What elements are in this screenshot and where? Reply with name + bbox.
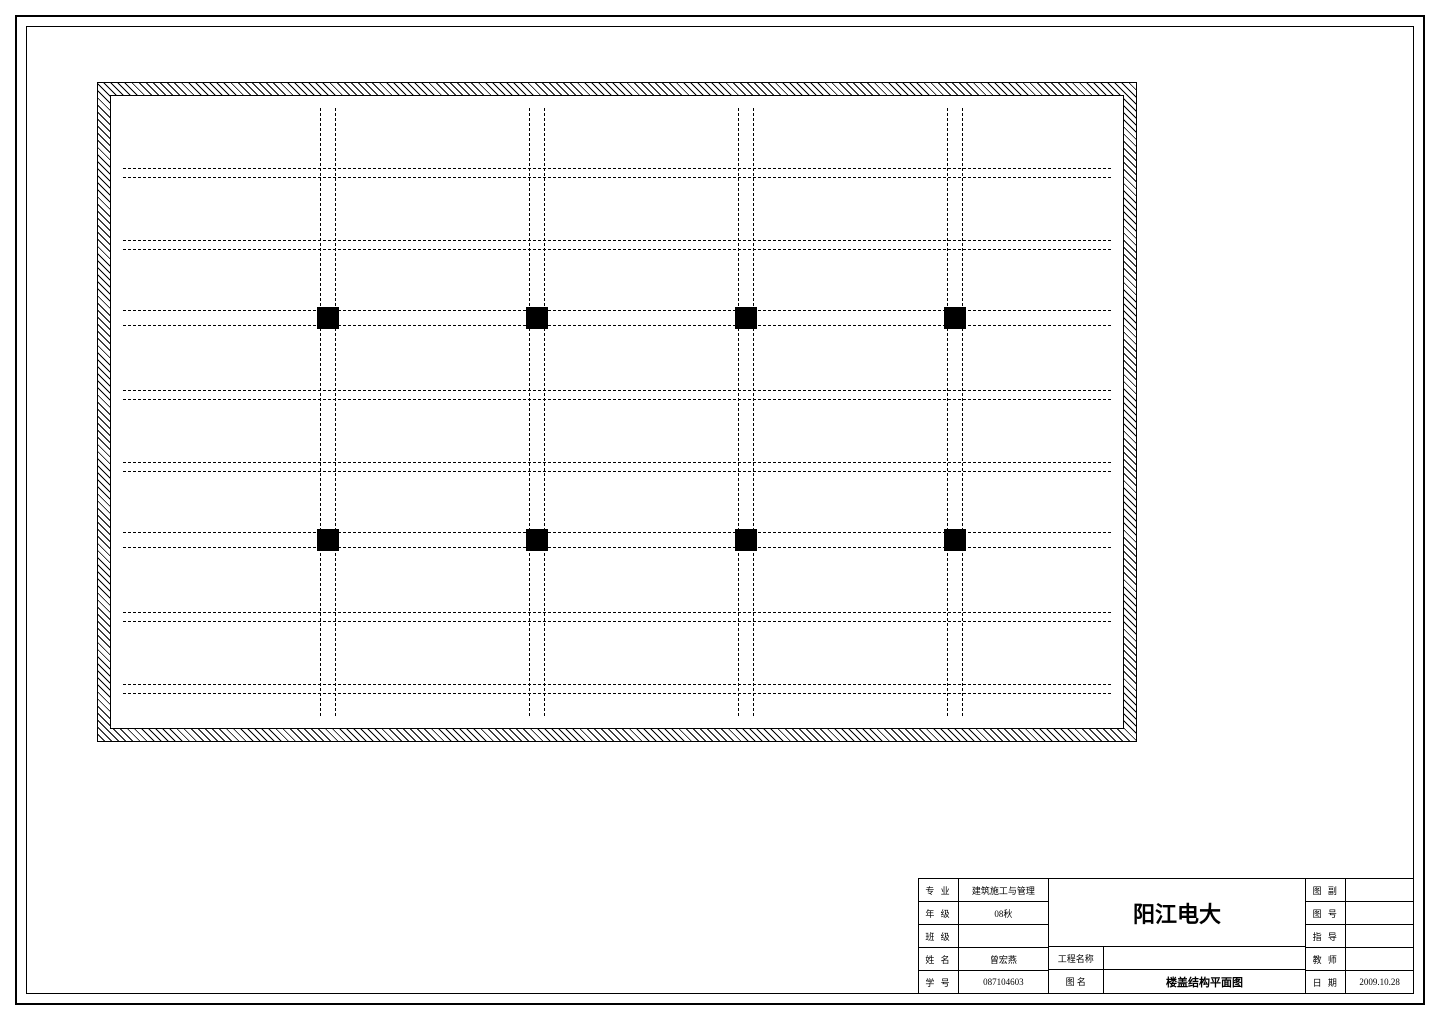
value-date: 2009.10.28 — [1346, 971, 1413, 993]
column — [944, 307, 966, 329]
column — [944, 529, 966, 551]
beam-vertical-main — [529, 108, 545, 716]
label-major: 专 业 — [919, 879, 959, 901]
wall-inner-boundary — [110, 95, 1124, 729]
label-project: 工程名称 — [1049, 947, 1104, 969]
value-major: 建筑施工与管理 — [959, 879, 1049, 901]
column — [735, 529, 757, 551]
structural-plan-drawing — [97, 82, 1137, 742]
institution-name: 阳江电大 — [1049, 879, 1306, 947]
label-id: 学 号 — [919, 971, 959, 993]
value-name: 曾宏燕 — [959, 948, 1049, 970]
label-name: 姓 名 — [919, 948, 959, 970]
titleblock-right-column: 图 副 图 号 指 导 教 师 日 期 2009.10.28 — [1306, 879, 1413, 993]
value-advisor — [1346, 925, 1413, 947]
label-sheet: 图 副 — [1306, 879, 1346, 901]
label-drawing: 图 名 — [1049, 970, 1104, 993]
label-advisor: 指 导 — [1306, 925, 1346, 947]
beam-vertical-main — [320, 108, 336, 716]
column — [317, 529, 339, 551]
beam-vertical-main — [947, 108, 963, 716]
title-block: 专 业 建筑施工与管理 年 级 08秋 班 级 姓 名 曾宏燕 学 号 0871… — [918, 878, 1413, 993]
value-project — [1104, 947, 1306, 969]
titleblock-left-column: 专 业 建筑施工与管理 年 级 08秋 班 级 姓 名 曾宏燕 学 号 0871… — [919, 879, 1049, 993]
value-class — [959, 925, 1049, 947]
value-teacher — [1346, 948, 1413, 970]
column — [317, 307, 339, 329]
inner-frame: 专 业 建筑施工与管理 年 级 08秋 班 级 姓 名 曾宏燕 学 号 0871… — [26, 26, 1414, 994]
label-teacher: 教 师 — [1306, 948, 1346, 970]
value-sheet — [1346, 879, 1413, 901]
beam-vertical-main — [738, 108, 754, 716]
column — [526, 307, 548, 329]
label-grade: 年 级 — [919, 902, 959, 924]
column — [526, 529, 548, 551]
label-date: 日 期 — [1306, 971, 1346, 993]
column — [735, 307, 757, 329]
titleblock-middle-column: 阳江电大 工程名称 图 名 楼盖结构平面图 — [1049, 879, 1306, 993]
value-number — [1346, 902, 1413, 924]
wall-outer-boundary — [97, 82, 1137, 742]
label-number: 图 号 — [1306, 902, 1346, 924]
value-grade: 08秋 — [959, 902, 1049, 924]
drawing-title: 楼盖结构平面图 — [1104, 970, 1306, 993]
value-id: 087104603 — [959, 971, 1049, 993]
label-class: 班 级 — [919, 925, 959, 947]
